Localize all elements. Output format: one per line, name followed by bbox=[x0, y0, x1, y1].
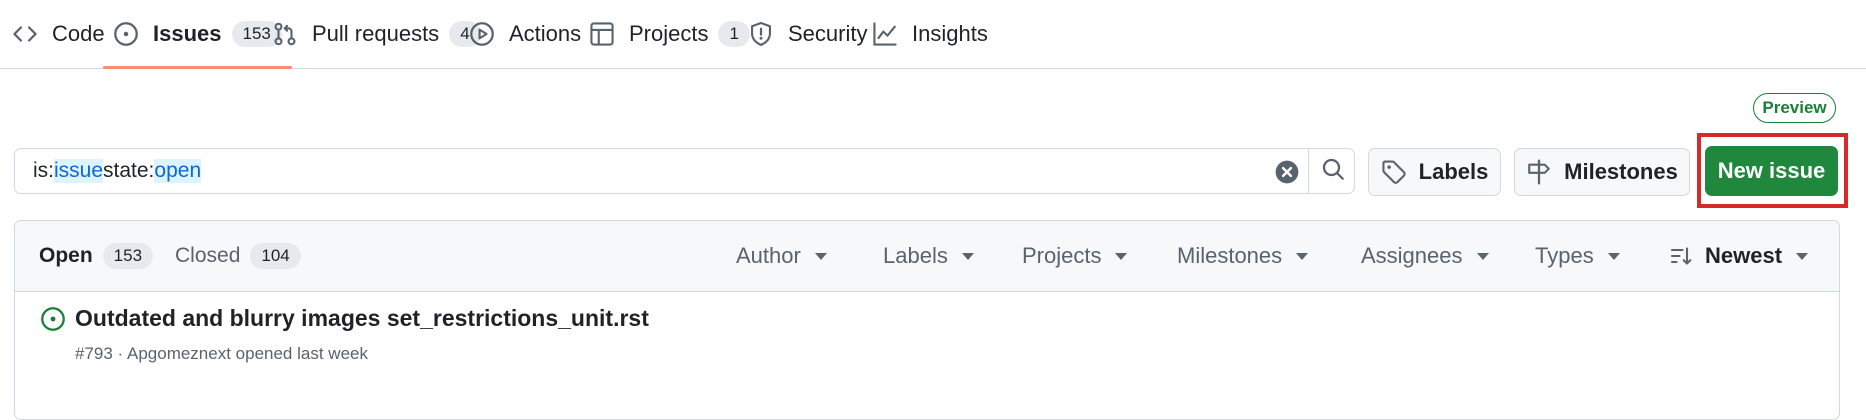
tab-pull-requests[interactable]: Pull requests 4 bbox=[272, 0, 481, 68]
issue-meta: #793 · Apgomeznext opened last week bbox=[75, 344, 368, 363]
sort-dropdown[interactable]: Newest bbox=[1669, 221, 1809, 291]
tab-projects[interactable]: Projects 1 bbox=[589, 0, 750, 68]
selected-tab-underline bbox=[103, 66, 292, 69]
tab-label: Security bbox=[788, 21, 868, 46]
open-count: 153 bbox=[102, 243, 154, 269]
chevron-down-icon bbox=[1476, 252, 1489, 260]
open-issues-tab[interactable]: Open 153 bbox=[39, 221, 154, 291]
repo-nav: Code Issues 153 Pull requests 4 Actions … bbox=[0, 0, 1866, 69]
clear-search-icon[interactable] bbox=[1274, 159, 1300, 185]
query-qualifier: is: bbox=[33, 159, 54, 182]
issue-row[interactable]: Outdated and blurry images set_restricti… bbox=[15, 292, 1839, 382]
tab-actions[interactable]: Actions bbox=[469, 0, 581, 68]
code-icon bbox=[12, 21, 38, 47]
sort-label: Newest bbox=[1705, 243, 1783, 268]
query-value: open bbox=[154, 159, 202, 183]
filter-label: Assignees bbox=[1361, 243, 1463, 268]
query-qualifier: state: bbox=[103, 159, 155, 182]
tab-label: Projects bbox=[629, 21, 709, 46]
filter-milestones[interactable]: Milestones bbox=[1177, 221, 1309, 291]
tab-label: Issues bbox=[153, 21, 222, 46]
issues-search-input[interactable]: is: issue state: open bbox=[14, 148, 1355, 194]
tab-label: Code bbox=[52, 21, 105, 46]
search-query[interactable]: is: issue state: open bbox=[33, 149, 202, 193]
filter-label: Milestones bbox=[1177, 243, 1283, 268]
chevron-down-icon bbox=[814, 252, 827, 260]
tab-issues[interactable]: Issues 153 bbox=[103, 0, 292, 69]
chevron-down-icon bbox=[961, 252, 974, 260]
issues-list-header: Open 153 Closed 104 Author Labels Projec… bbox=[15, 221, 1839, 292]
filter-labels[interactable]: Labels bbox=[883, 221, 974, 291]
git-pull-request-icon bbox=[272, 21, 298, 47]
table-icon bbox=[589, 21, 615, 47]
tab-security[interactable]: Security bbox=[748, 0, 867, 68]
closed-issues-tab[interactable]: Closed 104 bbox=[175, 221, 301, 291]
labels-button[interactable]: Labels bbox=[1368, 148, 1501, 196]
tab-label: Pull requests bbox=[312, 21, 440, 46]
labels-button-label: Labels bbox=[1418, 159, 1489, 184]
search-icon bbox=[1321, 157, 1345, 186]
closed-label: Closed bbox=[175, 244, 241, 267]
query-value: issue bbox=[54, 159, 104, 183]
issue-title-link[interactable]: Outdated and blurry images set_restricti… bbox=[75, 300, 649, 336]
tab-label: Insights bbox=[912, 21, 988, 46]
filter-author[interactable]: Author bbox=[736, 221, 827, 291]
filter-projects[interactable]: Projects bbox=[1022, 221, 1128, 291]
filter-assignees[interactable]: Assignees bbox=[1361, 221, 1489, 291]
issue-opened-icon bbox=[40, 306, 66, 332]
sort-icon bbox=[1669, 244, 1693, 268]
search-button[interactable] bbox=[1308, 149, 1356, 193]
shield-icon bbox=[748, 21, 774, 47]
play-icon bbox=[469, 21, 495, 47]
graph-icon bbox=[872, 21, 898, 47]
closed-count: 104 bbox=[250, 243, 301, 269]
tab-code[interactable]: Code bbox=[12, 0, 105, 68]
tag-icon bbox=[1381, 159, 1407, 185]
chevron-down-icon bbox=[1607, 252, 1620, 260]
milestones-button[interactable]: Milestones bbox=[1514, 148, 1690, 196]
filter-label: Types bbox=[1535, 243, 1594, 268]
chevron-down-icon bbox=[1115, 252, 1128, 260]
open-label: Open bbox=[39, 244, 93, 267]
issues-list: Open 153 Closed 104 Author Labels Projec… bbox=[14, 220, 1840, 420]
issue-opened-icon bbox=[113, 21, 139, 47]
chevron-down-icon bbox=[1296, 252, 1309, 260]
tab-insights[interactable]: Insights bbox=[872, 0, 988, 68]
preview-badge[interactable]: Preview bbox=[1753, 93, 1836, 123]
tab-label: Actions bbox=[509, 21, 582, 46]
filter-label: Author bbox=[736, 243, 801, 268]
milestones-button-label: Milestones bbox=[1564, 159, 1678, 184]
chevron-down-icon bbox=[1796, 252, 1809, 260]
milestone-icon bbox=[1526, 159, 1552, 185]
filter-label: Projects bbox=[1022, 243, 1102, 268]
new-issue-button[interactable]: New issue bbox=[1705, 146, 1838, 196]
projects-count: 1 bbox=[718, 21, 750, 47]
filter-types[interactable]: Types bbox=[1535, 221, 1620, 291]
filter-label: Labels bbox=[883, 243, 948, 268]
